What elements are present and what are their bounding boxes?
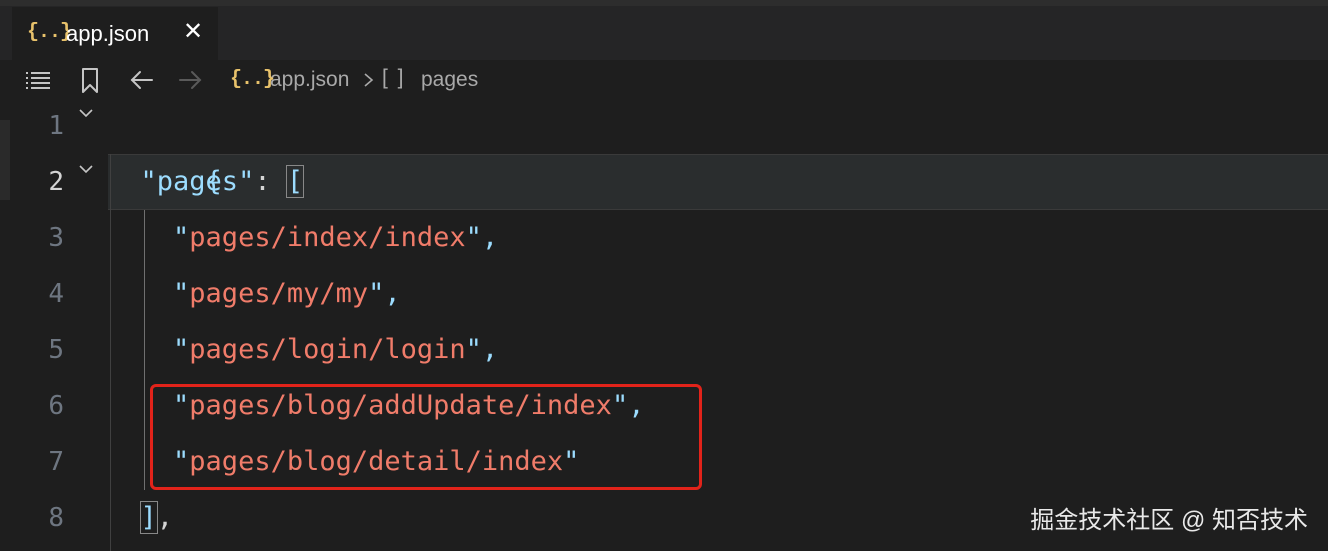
tab-app-json[interactable]: {..} app.json ✕ <box>12 7 218 60</box>
code-line: "pages": [ <box>140 165 305 198</box>
arrow-left-icon[interactable] <box>126 64 158 96</box>
list-icon[interactable] <box>22 64 54 96</box>
array-icon: [ ] <box>382 66 406 89</box>
code-line: ], <box>139 501 174 534</box>
gutter-strip <box>0 120 10 200</box>
bookmark-icon[interactable] <box>74 64 106 96</box>
chevron-down-icon[interactable] <box>78 106 94 118</box>
annotation-highlight-box <box>150 384 702 490</box>
tab-bar: {..} app.json ✕ <box>0 0 1328 60</box>
code-line: "pages/my/my", <box>173 278 401 309</box>
tab-label: app.json <box>66 21 150 46</box>
editor-window: {..} app.json ✕ {..} app.json [] pages … <box>0 0 1328 551</box>
chevron-down-icon[interactable] <box>78 162 94 174</box>
chevron-right-icon <box>362 70 376 90</box>
breadcrumb-file[interactable]: app.json <box>270 68 349 92</box>
line-number: 7 <box>48 447 64 477</box>
line-number: 5 <box>48 335 64 365</box>
matching-bracket: ] <box>139 501 158 534</box>
line-number: 8 <box>48 503 64 533</box>
close-icon[interactable]: ✕ <box>180 17 206 47</box>
matching-bracket: [ <box>285 165 305 198</box>
line-number: 4 <box>48 279 64 309</box>
code-line: { <box>205 166 222 197</box>
line-number: 1 <box>48 111 64 141</box>
code-line: "pages/index/index", <box>173 222 499 253</box>
json-file-icon: {..} <box>230 68 275 91</box>
code-line: "pages/login/login", <box>173 334 499 365</box>
line-number: 2 <box>48 167 64 197</box>
code-editor[interactable]: 1 2 3 4 5 6 7 8 { "pages": [ "pages/inde… <box>0 100 1328 551</box>
breadcrumb: {..} app.json [ ] pages <box>0 60 1328 100</box>
line-number: 6 <box>48 391 64 421</box>
breadcrumb-node[interactable]: pages <box>421 68 478 92</box>
tab-bar-top-strip <box>0 0 1328 6</box>
watermark: 掘金技术社区 @ 知否技术 <box>1030 507 1308 534</box>
line-number: 3 <box>48 223 64 253</box>
json-file-icon: {..} <box>27 21 72 44</box>
arrow-right-icon[interactable] <box>174 64 206 96</box>
